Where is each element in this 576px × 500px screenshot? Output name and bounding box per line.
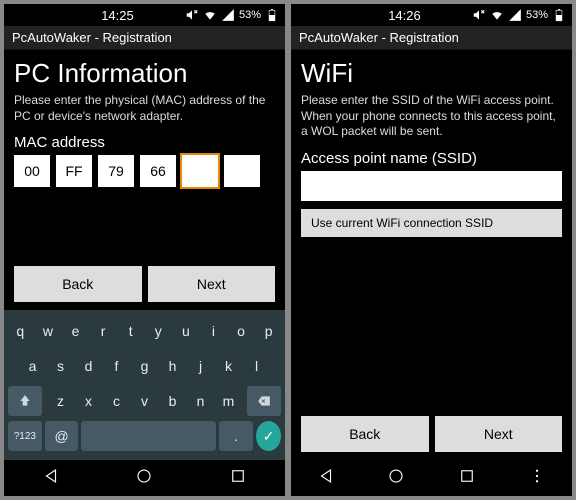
ssid-input[interactable]	[301, 171, 562, 201]
key-l[interactable]: l	[244, 351, 269, 381]
key-j[interactable]: j	[188, 351, 213, 381]
wifi-icon	[490, 8, 504, 22]
key-a[interactable]: a	[20, 351, 45, 381]
use-current-ssid-button[interactable]: Use current WiFi connection SSID	[301, 209, 562, 237]
signal-icon	[508, 8, 522, 22]
back-button[interactable]: Back	[301, 416, 429, 452]
battery-text: 53%	[239, 9, 261, 21]
key-u[interactable]: u	[174, 316, 199, 346]
home-nav-icon[interactable]	[135, 467, 153, 490]
mac-octet-6[interactable]	[224, 155, 260, 187]
page-desc: Please enter the physical (MAC) address …	[14, 93, 275, 124]
kb-row-4: ?123 @ . ✓	[8, 421, 281, 451]
key-e[interactable]: e	[63, 316, 88, 346]
phone-left: 14:25 53% PcAutoWaker - Registration PC …	[4, 4, 285, 496]
key-g[interactable]: g	[132, 351, 157, 381]
content-area: PC Information Please enter the physical…	[4, 50, 285, 260]
key-t[interactable]: t	[118, 316, 143, 346]
battery-text: 53%	[526, 9, 548, 21]
next-button[interactable]: Next	[435, 416, 563, 452]
enter-key[interactable]: ✓	[256, 421, 281, 451]
mac-octet-4[interactable]: 66	[140, 155, 176, 187]
mac-octet-1[interactable]: 00	[14, 155, 50, 187]
signal-icon	[221, 8, 235, 22]
field-label: Access point name (SSID)	[301, 150, 562, 167]
overflow-icon[interactable]	[528, 467, 546, 490]
back-nav-icon[interactable]	[42, 467, 60, 490]
key-d[interactable]: d	[76, 351, 101, 381]
mac-octet-3[interactable]: 79	[98, 155, 134, 187]
mac-octet-2[interactable]: FF	[56, 155, 92, 187]
key-n[interactable]: n	[188, 386, 213, 416]
page-title: WiFi	[301, 58, 562, 89]
key-v[interactable]: v	[132, 386, 157, 416]
key-q[interactable]: q	[8, 316, 33, 346]
key-h[interactable]: h	[160, 351, 185, 381]
status-icons: 53%	[472, 8, 566, 22]
space-key[interactable]	[81, 421, 216, 451]
kb-row-3: zxcvbnm	[8, 386, 281, 416]
key-c[interactable]: c	[104, 386, 129, 416]
back-nav-icon[interactable]	[317, 467, 335, 490]
home-nav-icon[interactable]	[387, 467, 405, 490]
keyboard: qwertyuiop asdfghjkl zxcvbnm ?123 @ . ✓	[4, 310, 285, 460]
kb-row-2: asdfghjkl	[8, 351, 281, 381]
recent-nav-icon[interactable]	[229, 467, 247, 490]
key-z[interactable]: z	[48, 386, 73, 416]
key-r[interactable]: r	[91, 316, 116, 346]
key-x[interactable]: x	[76, 386, 101, 416]
shift-key[interactable]	[8, 386, 42, 416]
content-area: WiFi Please enter the SSID of the WiFi a…	[291, 50, 572, 410]
dot-key[interactable]: .	[219, 421, 253, 451]
app-header: PcAutoWaker - Registration	[291, 26, 572, 50]
clock: 14:26	[337, 8, 472, 23]
status-icons: 53%	[185, 8, 279, 22]
key-k[interactable]: k	[216, 351, 241, 381]
system-navbar	[291, 460, 572, 496]
mac-octet-5[interactable]	[182, 155, 218, 187]
key-i[interactable]: i	[201, 316, 226, 346]
status-bar: 14:26 53%	[291, 4, 572, 26]
key-f[interactable]: f	[104, 351, 129, 381]
key-m[interactable]: m	[216, 386, 241, 416]
kb-row-1: qwertyuiop	[8, 316, 281, 346]
clock: 14:25	[50, 8, 185, 23]
battery-icon	[552, 8, 566, 22]
key-y[interactable]: y	[146, 316, 171, 346]
key-b[interactable]: b	[160, 386, 185, 416]
mute-icon	[185, 8, 199, 22]
backspace-key[interactable]	[247, 386, 281, 416]
status-bar: 14:25 53%	[4, 4, 285, 26]
system-navbar	[4, 460, 285, 496]
recent-nav-icon[interactable]	[458, 467, 476, 490]
page-desc: Please enter the SSID of the WiFi access…	[301, 93, 562, 140]
at-key[interactable]: @	[45, 421, 79, 451]
app-header: PcAutoWaker - Registration	[4, 26, 285, 50]
field-label: MAC address	[14, 134, 275, 151]
battery-icon	[265, 8, 279, 22]
next-button[interactable]: Next	[148, 266, 276, 302]
phone-right: 14:26 53% PcAutoWaker - Registration WiF…	[291, 4, 572, 496]
key-o[interactable]: o	[229, 316, 254, 346]
nav-buttons: Back Next	[4, 260, 285, 310]
key-s[interactable]: s	[48, 351, 73, 381]
key-p[interactable]: p	[256, 316, 281, 346]
page-title: PC Information	[14, 58, 275, 89]
mute-icon	[472, 8, 486, 22]
back-button[interactable]: Back	[14, 266, 142, 302]
key-w[interactable]: w	[36, 316, 61, 346]
nav-buttons: Back Next	[291, 410, 572, 460]
symbols-key[interactable]: ?123	[8, 421, 42, 451]
mac-input-row: 00 FF 79 66	[14, 155, 275, 187]
wifi-icon	[203, 8, 217, 22]
